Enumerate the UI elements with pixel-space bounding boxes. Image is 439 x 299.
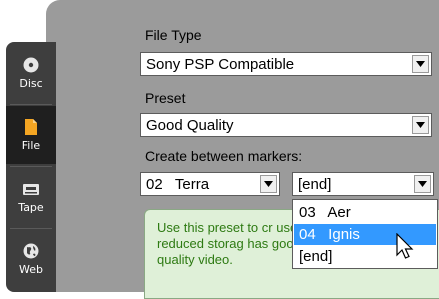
- start-marker-dropdown-button[interactable]: [260, 175, 277, 193]
- sidebar: Disc File Tape Web: [6, 42, 56, 292]
- globe-icon: [23, 243, 39, 259]
- file-type-label: File Type: [145, 27, 202, 43]
- tape-icon: [23, 184, 39, 195]
- start-marker-select[interactable]: 02 Terra: [140, 172, 280, 196]
- sidebar-item-label: Tape: [18, 201, 44, 214]
- chevron-down-icon: [264, 181, 273, 187]
- file-type-dropdown-button[interactable]: [412, 55, 429, 73]
- file-type-select[interactable]: Sony PSP Compatible: [140, 52, 432, 76]
- file-icon: [25, 119, 37, 135]
- start-marker-value: 02 Terra: [146, 176, 210, 193]
- dropdown-option[interactable]: 03 Aer: [294, 202, 436, 223]
- divider: [10, 166, 52, 167]
- mouse-pointer-icon: [396, 233, 414, 259]
- divider: [10, 228, 52, 229]
- sidebar-item-label: Disc: [19, 77, 43, 90]
- sidebar-item-file[interactable]: File: [6, 106, 56, 164]
- sidebar-item-label: Web: [19, 263, 43, 276]
- chevron-down-icon: [418, 181, 427, 187]
- divider: [10, 104, 52, 105]
- disc-icon: [23, 57, 39, 73]
- preset-dropdown-button[interactable]: [412, 116, 429, 134]
- file-type-value: Sony PSP Compatible: [146, 56, 295, 73]
- chevron-down-icon: [416, 122, 425, 128]
- sidebar-item-label: File: [21, 139, 41, 152]
- preset-select[interactable]: Good Quality: [140, 113, 432, 137]
- sidebar-item-web[interactable]: Web: [6, 230, 56, 288]
- end-marker-value: [end]: [298, 176, 332, 193]
- end-marker-select[interactable]: [end]: [292, 172, 434, 196]
- preset-label: Preset: [145, 90, 186, 106]
- preset-value: Good Quality: [146, 117, 234, 134]
- sidebar-item-disc[interactable]: Disc: [6, 44, 56, 102]
- end-marker-dropdown-button[interactable]: [414, 175, 431, 193]
- markers-label: Create between markers:: [145, 148, 303, 164]
- chevron-down-icon: [416, 61, 425, 67]
- sidebar-item-tape[interactable]: Tape: [6, 168, 56, 226]
